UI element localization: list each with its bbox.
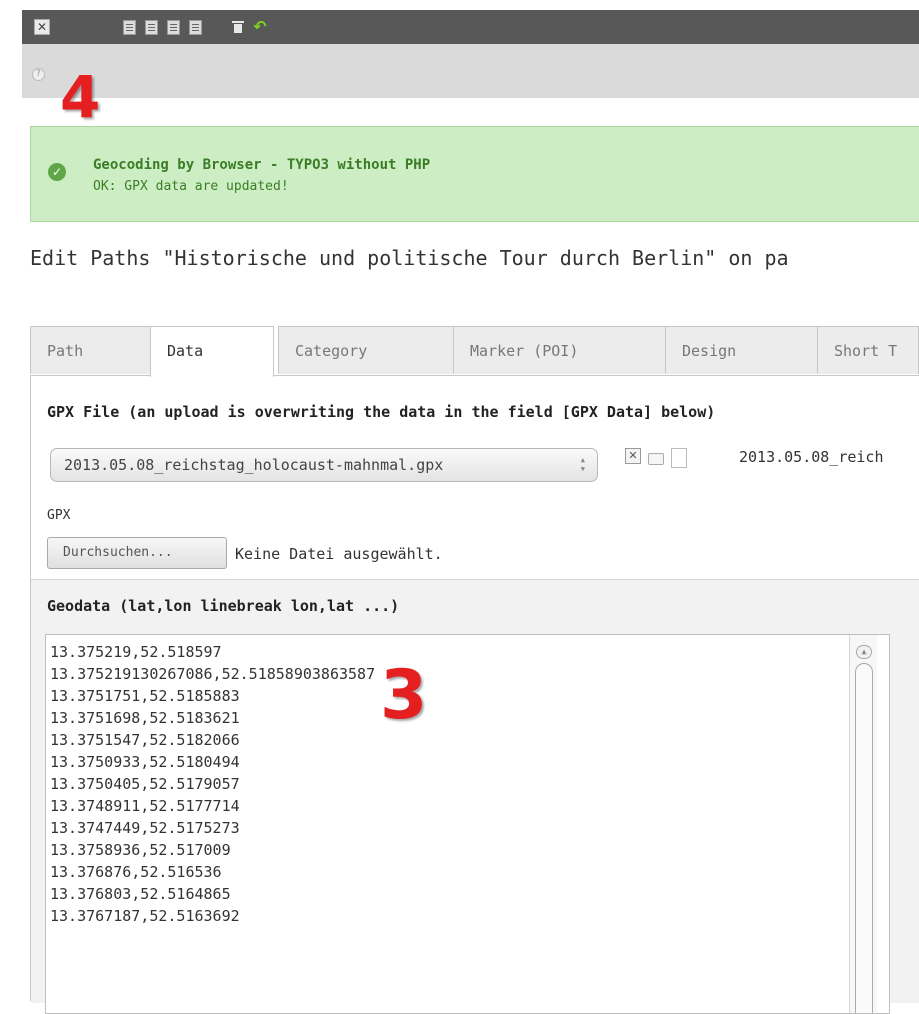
scroll-thumb[interactable]	[855, 663, 873, 1013]
upload-status: Keine Datei ausgewählt.	[235, 545, 443, 563]
save-new-icon	[188, 19, 202, 35]
tab-design[interactable]: Design	[665, 326, 818, 374]
flash-title: Geocoding by Browser - TYPO3 without PHP	[93, 157, 431, 173]
geodata-line: 13.3750933,52.5180494	[50, 753, 240, 771]
delete-button[interactable]	[229, 18, 247, 36]
gpx-file-name: 2013.05.08_reich	[739, 448, 884, 466]
geodata-line: 13.3767187,52.5163692	[50, 907, 240, 925]
scroll-up-icon[interactable]: ▲	[856, 645, 872, 659]
docheader-toolbar: ✕ ↶	[22, 10, 919, 44]
save-button[interactable]	[120, 18, 138, 36]
close-icon: ✕	[36, 20, 48, 34]
textarea-scrollbar[interactable]: ▲	[849, 635, 877, 1013]
tab-category[interactable]: Category	[278, 326, 454, 374]
close-button[interactable]: ✕	[34, 19, 50, 35]
browse-button[interactable]: Durchsuchen...	[47, 537, 227, 569]
geodata-line: 13.3751547,52.5182066	[50, 731, 240, 749]
tab-data[interactable]: Data	[150, 326, 274, 377]
save-close-button[interactable]	[164, 18, 182, 36]
geodata-line: 13.3750405,52.5179057	[50, 775, 240, 793]
help-icon[interactable]: ?	[32, 68, 45, 81]
save-close-icon	[166, 19, 180, 35]
save-icon	[122, 19, 136, 35]
gpx-file-label: GPX File (an upload is overwriting the d…	[47, 403, 716, 421]
flash-body: OK: GPX data are updated!	[93, 179, 289, 194]
checkmark-icon: ✓	[48, 163, 66, 181]
page-title: Edit Paths "Historische und politische T…	[30, 246, 789, 270]
select-arrows-icon: ▲ ▼	[580, 456, 585, 473]
gpx-file-selected: 2013.05.08_reichstag_holocaust-mahnmal.g…	[64, 456, 444, 474]
tab-path[interactable]: Path	[30, 326, 151, 374]
tab-short[interactable]: Short T	[817, 326, 919, 374]
folder-icon[interactable]	[648, 453, 664, 465]
tab-panel-data: GPX File (an upload is overwriting the d…	[30, 375, 919, 1014]
save-new-button[interactable]	[186, 18, 204, 36]
tab-marker-poi[interactable]: Marker (POI)	[453, 326, 666, 374]
flash-message: ✓ Geocoding by Browser - TYPO3 without P…	[30, 126, 919, 222]
gpx-upload-label: GPX	[47, 508, 71, 523]
annotation-number-4: 4	[60, 63, 101, 131]
delete-icon	[232, 20, 244, 34]
geodata-line: 13.3747449,52.5175273	[50, 819, 240, 837]
geodata-line: 13.376803,52.5164865	[50, 885, 231, 903]
save-view-button[interactable]	[142, 18, 160, 36]
undo-button[interactable]: ↶	[251, 18, 269, 36]
geodata-section: Geodata (lat,lon linebreak lon,lat ...) …	[31, 579, 919, 1014]
geodata-label: Geodata (lat,lon linebreak lon,lat ...)	[47, 597, 400, 615]
geodata-line: 13.3758936,52.517009	[50, 841, 231, 859]
remove-file-button[interactable]: ✕	[625, 448, 641, 464]
geodata-line: 13.376876,52.516536	[50, 863, 222, 881]
geodata-line: 13.375219,52.518597	[50, 643, 222, 661]
geodata-line: 13.3751751,52.5185883	[50, 687, 240, 705]
tab-bar: Path Data Category Marker (POI) Design S…	[30, 326, 919, 377]
save-view-icon	[144, 19, 158, 35]
file-icon	[671, 448, 687, 468]
geodata-line: 13.3751698,52.5183621	[50, 709, 240, 727]
geodata-line: 13.3748911,52.5177714	[50, 797, 240, 815]
geodata-line: 13.375219130267086,52.51858903863587	[50, 665, 376, 683]
gpx-file-select[interactable]: 2013.05.08_reichstag_holocaust-mahnmal.g…	[50, 448, 598, 482]
docheader-bar: ?	[22, 44, 919, 98]
annotation-number-3: 3	[380, 656, 428, 735]
undo-icon: ↶	[253, 17, 267, 36]
geodata-textarea[interactable]: 13.375219,52.518597 13.375219130267086,5…	[45, 634, 890, 1014]
